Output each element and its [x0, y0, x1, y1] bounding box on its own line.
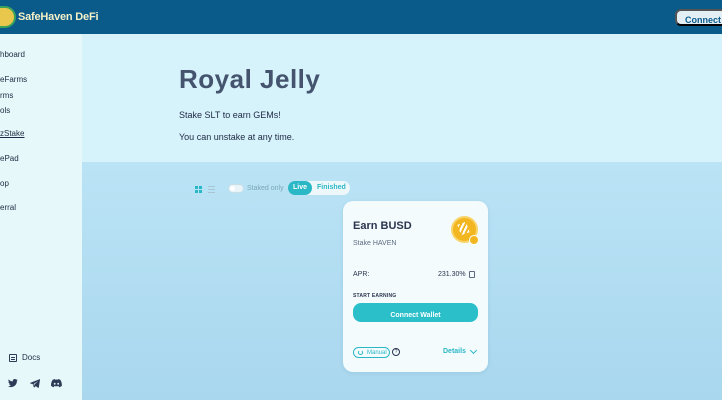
sidebar-item-shop[interactable]: op [0, 179, 9, 188]
apr-value: 231.30% [438, 271, 466, 278]
sidebar-item-referral[interactable]: erral [0, 203, 16, 212]
staked-only-toggle[interactable] [228, 184, 244, 193]
sidebar-item-farms[interactable]: rms [0, 91, 13, 100]
logo-text[interactable]: SafeHaven DeFi [18, 11, 99, 23]
apr-label: APR: [353, 271, 370, 278]
manual-label: Manual [367, 350, 387, 356]
pool-card-title: Earn BUSD [353, 220, 412, 232]
main-content: Royal Jelly Stake SLT to earn GEMs! You … [82, 34, 722, 400]
live-finished-switch: Live Finished [288, 181, 350, 195]
hero-subtitle-1: Stake SLT to earn GEMs! [179, 110, 281, 120]
tab-live[interactable]: Live [288, 181, 312, 195]
pool-card-subtitle: Stake HAVEN [353, 240, 397, 247]
pool-card: Earn BUSD Stake HAVEN APR: 231.30% START… [343, 201, 488, 372]
tab-finished[interactable]: Finished [317, 184, 346, 191]
refresh-icon [358, 350, 363, 355]
chevron-down-icon[interactable] [469, 346, 478, 355]
details-toggle[interactable]: Details [443, 348, 466, 355]
sidebar-item-safefarms[interactable]: eFarms [0, 75, 27, 84]
staked-only-label: Staked only [247, 185, 284, 192]
hero-banner: Royal Jelly Stake SLT to earn GEMs! You … [82, 34, 722, 162]
connect-wallet-button[interactable]: Connect Wallet [353, 303, 478, 322]
start-earning-label: START EARNING [353, 293, 397, 299]
twitter-icon[interactable] [8, 379, 18, 388]
top-bar: SafeHaven DeFi Connect Wallet [0, 0, 722, 34]
sidebar-item-launchpad[interactable]: ePad [0, 154, 19, 163]
sidebar-item-dashboard[interactable]: hboard [0, 50, 25, 59]
docs-link[interactable]: Docs [9, 353, 40, 362]
list-view-icon[interactable] [208, 186, 215, 193]
help-icon[interactable]: ? [392, 348, 400, 356]
connect-wallet-header-button[interactable]: Connect Wallet [675, 9, 722, 26]
sidebar-item-stake[interactable]: zStake [0, 129, 24, 138]
safehaven-logo-icon[interactable] [0, 6, 16, 28]
telegram-icon[interactable] [30, 379, 40, 388]
manual-badge: Manual [353, 347, 390, 358]
hero-subtitle-2: You can unstake at any time. [179, 132, 295, 142]
page-title: Royal Jelly [179, 64, 321, 94]
discord-icon[interactable] [51, 379, 62, 388]
sidebar-item-pools[interactable]: ols [0, 106, 10, 115]
haven-token-icon [469, 235, 479, 245]
calculator-icon[interactable] [469, 271, 475, 278]
docs-icon [9, 353, 17, 362]
sidebar: hboard eFarms rms ols zStake ePad op err… [0, 34, 82, 400]
docs-label: Docs [22, 353, 41, 362]
grid-view-icon[interactable] [195, 186, 202, 193]
